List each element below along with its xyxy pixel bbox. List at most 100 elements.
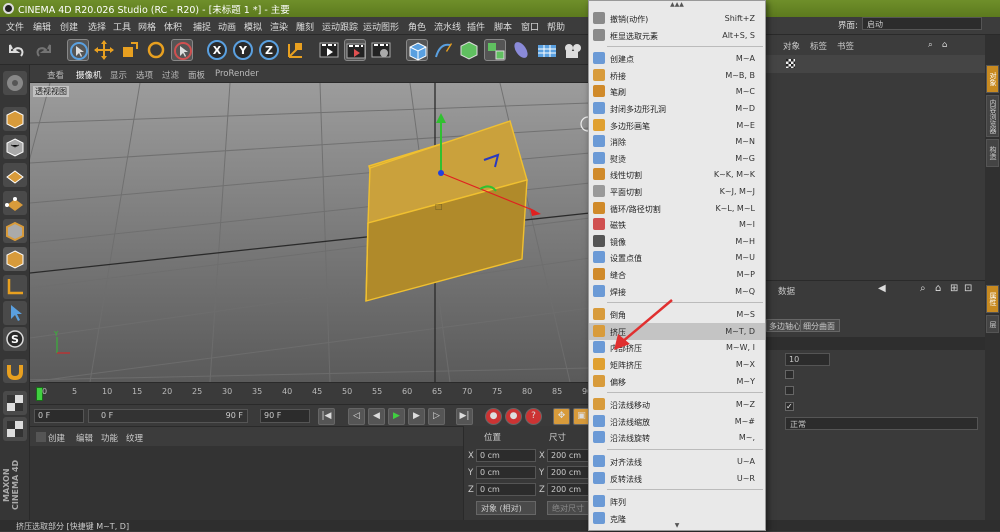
snapping-icon[interactable]: S <box>3 327 27 351</box>
menu-8[interactable]: 动画 <box>218 20 236 33</box>
axis-mode-icon[interactable] <box>3 275 27 299</box>
menu-item-5[interactable]: 笔刷 M~C <box>589 83 765 100</box>
mode-dropdown[interactable]: 正常 <box>785 417 978 430</box>
previous-frame-button[interactable]: ◀ <box>368 408 385 425</box>
preview-range-slider[interactable]: 0 F 90 F <box>88 409 248 423</box>
menu-14[interactable]: 角色 <box>408 20 426 33</box>
layout-select[interactable]: 启动 <box>862 17 982 30</box>
render-settings-icon[interactable] <box>370 39 392 61</box>
material-tab-texture[interactable]: 纹理 <box>126 432 143 444</box>
tweak-mode-icon[interactable] <box>3 301 27 325</box>
option-checkbox-3[interactable]: ✓ <box>785 402 794 411</box>
render-view-icon[interactable] <box>318 39 340 61</box>
menu-15[interactable]: 流水线 <box>434 20 461 33</box>
menu-18[interactable]: 窗口 <box>521 20 539 33</box>
position-x-field[interactable]: 0 cm <box>476 449 536 462</box>
viewport-tab-5[interactable]: 面板 <box>188 69 205 81</box>
back-arrow-icon[interactable]: ◀ <box>878 283 886 294</box>
menu-17[interactable]: 脚本 <box>494 20 512 33</box>
menu-item-7[interactable]: 多边形画笔 M~E <box>589 117 765 134</box>
pen-spline-icon[interactable] <box>432 39 454 61</box>
menu-item-19[interactable]: 倒角 M~S <box>589 306 765 323</box>
go-to-end-button[interactable]: ▶| <box>456 408 473 425</box>
menu-item-22[interactable]: 矩阵挤压 M~X <box>589 356 765 373</box>
side-tab-objects[interactable]: 对象 <box>986 65 999 93</box>
max-frame-field[interactable]: 90 F <box>260 409 310 423</box>
menu-6[interactable]: 体积 <box>164 20 182 33</box>
menu-item-8[interactable]: 消除 M~N <box>589 133 765 150</box>
menu-11[interactable]: 雕刻 <box>296 20 314 33</box>
menu-9[interactable]: 模拟 <box>244 20 262 33</box>
side-tab-layers[interactable]: 层 <box>986 315 999 333</box>
size-y-field[interactable]: 200 cm <box>547 466 591 479</box>
redo-button[interactable] <box>32 39 54 61</box>
menu-item-25[interactable]: 沿法线移动 M~Z <box>589 396 765 413</box>
menu-5[interactable]: 网格 <box>138 20 156 33</box>
menu-7[interactable]: 捕捉 <box>193 20 211 33</box>
scale-tool-icon[interactable] <box>119 39 141 61</box>
lock-workplane-icon[interactable] <box>3 391 27 415</box>
side-tab-attributes[interactable]: 属性 <box>986 285 999 313</box>
z-axis-lock-button[interactable]: Z <box>258 39 280 61</box>
x-axis-lock-button[interactable]: X <box>206 39 228 61</box>
menu-item-26[interactable]: 沿法线缩放 M~# <box>589 413 765 430</box>
subdivision-surface-icon[interactable] <box>458 39 480 61</box>
render-picture-viewer-icon[interactable] <box>344 39 366 61</box>
menu-item-6[interactable]: 封闭多边形孔洞 M~D <box>589 100 765 117</box>
texture-mode-icon[interactable] <box>3 135 27 159</box>
menu-10[interactable]: 渲染 <box>270 20 288 33</box>
y-axis-lock-button[interactable]: Y <box>232 39 254 61</box>
rotate-tool-icon[interactable] <box>145 39 167 61</box>
menu-item-17[interactable]: 焊接 M~Q <box>589 283 765 300</box>
menu-1[interactable]: 编辑 <box>33 20 51 33</box>
play-forward-button[interactable]: ▶ <box>388 408 405 425</box>
viewport-tab-0[interactable]: 查看 <box>47 69 64 81</box>
keyframe-selection-button[interactable]: ? <box>525 408 542 425</box>
option-checkbox-1[interactable] <box>785 370 794 379</box>
menu-item-10[interactable]: 线性切割 K~K, M~K <box>589 166 765 183</box>
record-keyframe-button[interactable]: ● <box>485 408 502 425</box>
position-y-field[interactable]: 0 cm <box>476 466 536 479</box>
menu-item-32[interactable]: 阵列 <box>589 493 765 510</box>
menu-item-20[interactable]: 挤压 M~T, D <box>589 322 765 340</box>
viewport-tab-4[interactable]: 过滤 <box>162 69 179 81</box>
lock-attr-icon[interactable]: ⌂ <box>935 283 941 294</box>
planar-workplane-icon[interactable] <box>3 417 27 441</box>
current-frame-field[interactable]: 0 F <box>34 409 84 423</box>
subdivision-field[interactable]: 10 <box>785 353 830 366</box>
autokey-button[interactable]: ● <box>505 408 522 425</box>
expand-icon[interactable]: ⊡ <box>964 283 972 294</box>
move-tool-icon[interactable] <box>93 39 115 61</box>
side-tab-content-browser[interactable]: 内容浏览器 <box>986 95 999 137</box>
menu-3[interactable]: 选择 <box>88 20 106 33</box>
position-key-button[interactable]: ✥ <box>553 408 570 425</box>
points-mode-icon[interactable] <box>3 191 27 215</box>
menu-item-0[interactable]: 撤销(动作) Shift+Z <box>589 10 765 27</box>
option-checkbox-2[interactable] <box>785 386 794 395</box>
array-icon[interactable] <box>484 39 506 61</box>
menu-scroll-up-icon[interactable]: ▲▲▲ <box>589 1 765 9</box>
previous-keyframe-button[interactable]: ◁ <box>348 408 365 425</box>
size-x-field[interactable]: 200 cm <box>547 449 591 462</box>
viewport-tab-1[interactable]: 摄像机 <box>76 69 102 81</box>
go-to-start-button[interactable]: |◀ <box>318 408 335 425</box>
menu-item-9[interactable]: 熨烫 M~G <box>589 150 765 167</box>
coordinate-system-icon[interactable] <box>284 39 306 61</box>
perspective-viewport[interactable]: □ Y 透视视图 <box>30 83 590 382</box>
camera-icon[interactable] <box>562 39 584 61</box>
menu-item-14[interactable]: 镜像 M~H <box>589 233 765 250</box>
menu-item-12[interactable]: 循环/路径切割 K~L, M~L <box>589 200 765 217</box>
object-mode-dropdown[interactable]: 对象 (相对) <box>476 501 536 515</box>
recent-tool-icon[interactable] <box>171 39 193 61</box>
menu-item-1[interactable]: 框显选取元素 Alt+S, S <box>589 27 765 44</box>
menu-item-4[interactable]: 桥接 M~B, B <box>589 67 765 84</box>
menu-4[interactable]: 工具 <box>113 20 131 33</box>
menu-item-21[interactable]: 内部挤压 M~W, I <box>589 339 765 356</box>
viewport-tab-2[interactable]: 显示 <box>110 69 127 81</box>
material-tab-create[interactable]: 创建 <box>48 432 65 444</box>
deformer-icon[interactable] <box>510 39 532 61</box>
material-area[interactable] <box>30 446 463 520</box>
menu-item-27[interactable]: 沿法线旋转 M~, <box>589 429 765 446</box>
menu-item-29[interactable]: 对齐法线 U~A <box>589 453 765 470</box>
menu-2[interactable]: 创建 <box>60 20 78 33</box>
